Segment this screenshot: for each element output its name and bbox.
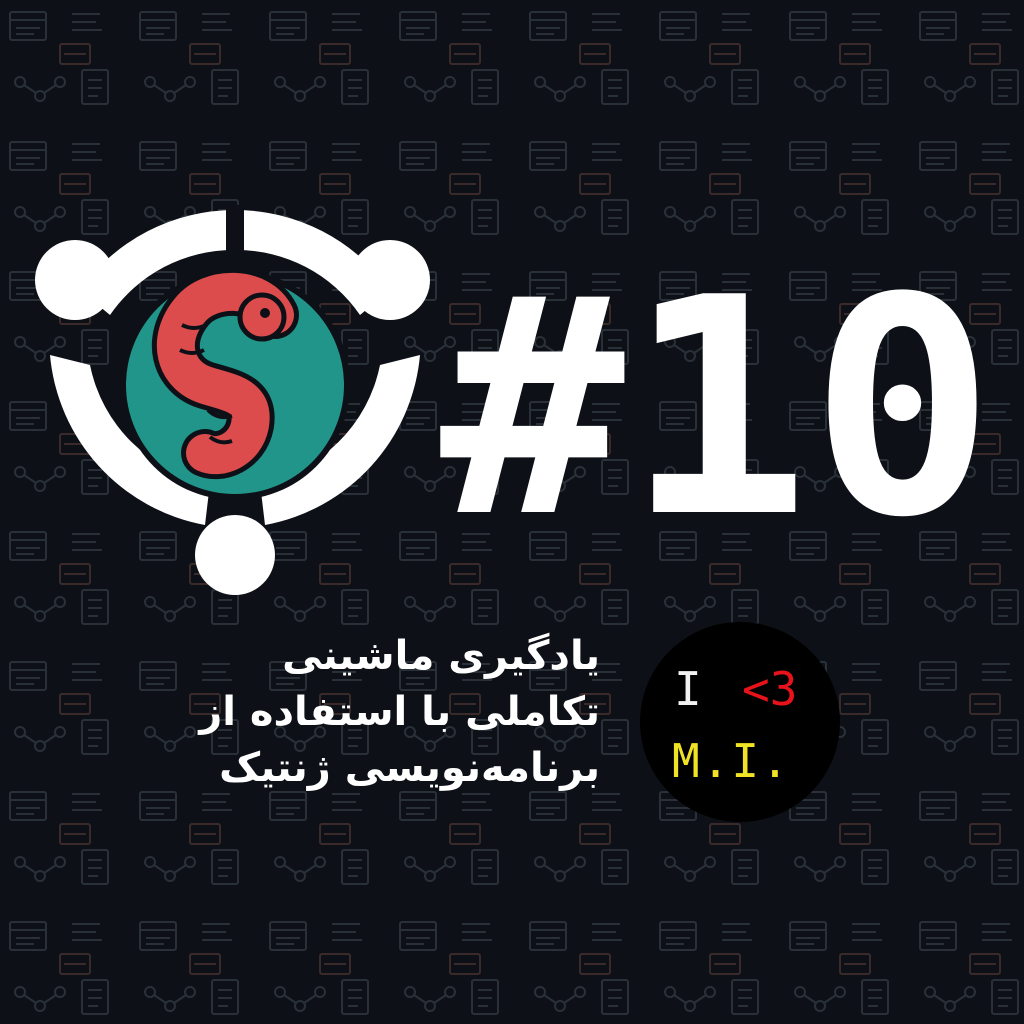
badge-i: I	[674, 662, 702, 716]
logo-dot-left	[35, 240, 115, 320]
episode-number: #10	[440, 262, 995, 552]
badge-heart: <3	[742, 662, 798, 716]
title-line-3: برنامه‌نویسی ژنتیک	[219, 745, 600, 791]
episode-title: یادگیری ماشینی تکاملی با استفاده از برنا…	[120, 628, 600, 796]
logo-dot-bottom	[195, 515, 275, 595]
badge-mi: M.I.	[672, 734, 791, 788]
episode-number-text: #10	[440, 262, 995, 552]
logo-dot-right	[350, 240, 430, 320]
title-line-2: تکاملی با استفاده از	[199, 689, 600, 735]
i-love-mi-badge: I <3 M.I.	[640, 622, 840, 822]
community-logo-icon	[35, 205, 430, 595]
title-line-1: یادگیری ماشینی	[282, 633, 600, 679]
